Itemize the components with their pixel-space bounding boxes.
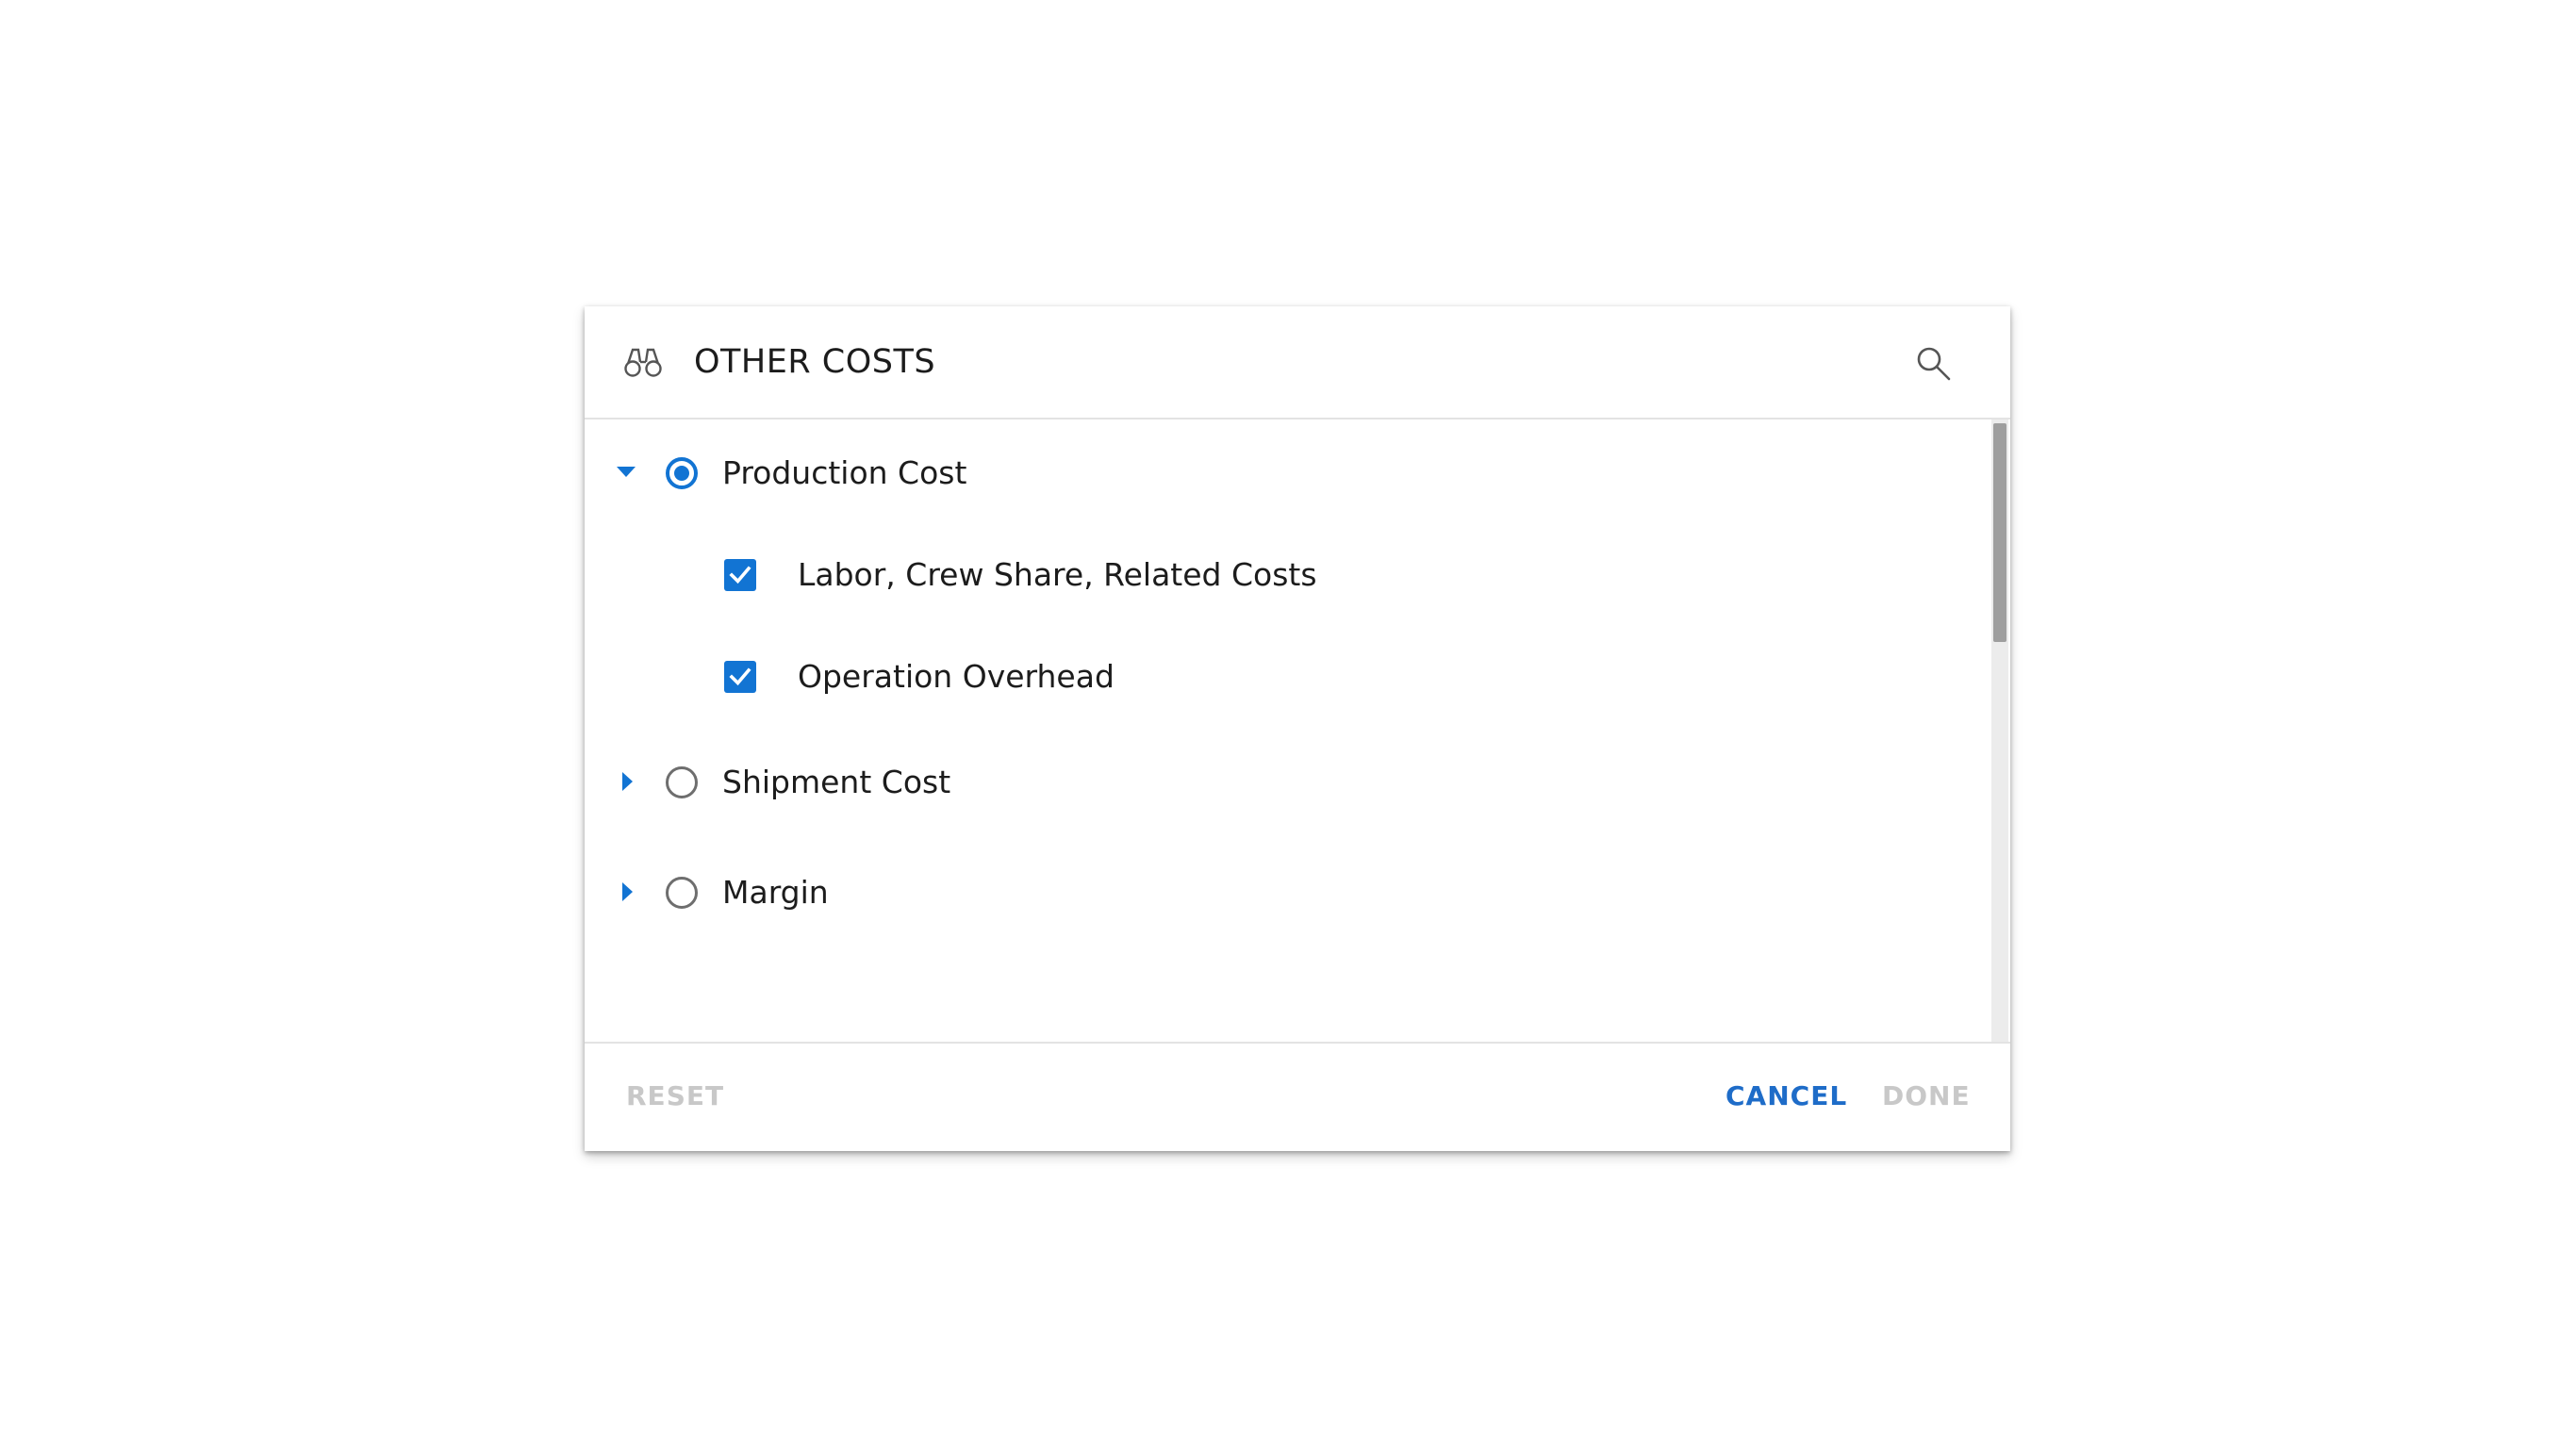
reset-button[interactable]: RESET [626, 1078, 724, 1115]
radio-margin[interactable] [666, 877, 698, 909]
tree-subitem-label: Operation Overhead [798, 658, 1115, 695]
binoculars-icon [624, 348, 662, 377]
tree-content: Production Cost Labor, Crew Share, Relat… [585, 420, 2010, 1349]
cancel-button[interactable]: CANCEL [1726, 1078, 1847, 1115]
tree-item-margin[interactable]: Margin [585, 850, 1991, 935]
tree-subitem-label: Labor, Crew Share, Related Costs [798, 556, 1317, 593]
dialog-header: OTHER COSTS [585, 306, 2010, 420]
tree-subitem-operation-overhead[interactable]: Operation Overhead [585, 634, 1991, 719]
radio-shipment-cost[interactable] [666, 766, 698, 798]
radio-dot [674, 466, 689, 481]
done-button[interactable]: DONE [1882, 1078, 1971, 1115]
caret-down-icon[interactable] [617, 467, 636, 477]
checkbox-labor[interactable] [724, 559, 756, 591]
caret-right-icon[interactable] [622, 772, 633, 791]
dialog-footer: RESET CANCEL DONE [585, 1042, 2010, 1151]
tree-subitem-labor[interactable]: Labor, Crew Share, Related Costs [585, 533, 1991, 617]
checkbox-operation-overhead[interactable] [724, 661, 756, 693]
caret-right-icon[interactable] [622, 882, 633, 901]
radio-production-cost[interactable] [666, 457, 698, 489]
other-costs-dialog: OTHER COSTS Production Cost Labor, Crew … [585, 306, 2010, 1151]
dialog-title: OTHER COSTS [694, 343, 936, 381]
tree-item-production-cost[interactable]: Production Cost [585, 431, 1991, 516]
tree-item-label: Shipment Cost [722, 764, 951, 800]
tree-item-shipment-cost[interactable]: Shipment Cost [585, 740, 1991, 825]
tree-item-label: Margin [722, 874, 829, 911]
check-icon [729, 667, 751, 686]
scrollbar-thumb[interactable] [1993, 423, 2006, 642]
check-icon [729, 566, 751, 584]
search-icon[interactable] [1914, 344, 1952, 382]
vertical-scrollbar[interactable] [1991, 420, 2008, 1042]
tree-list: Production Cost Labor, Crew Share, Relat… [585, 420, 1991, 1042]
tree-item-label: Production Cost [722, 454, 967, 491]
